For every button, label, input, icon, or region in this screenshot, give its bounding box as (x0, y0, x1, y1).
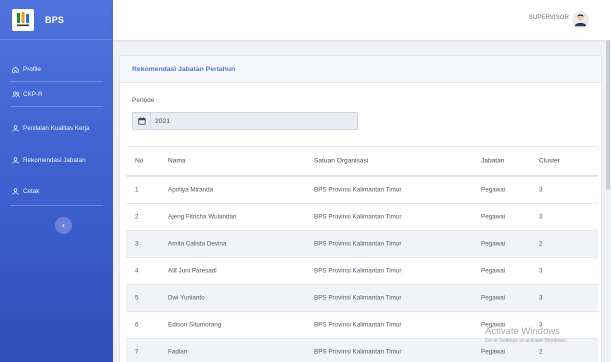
brand-title: BPS (45, 14, 65, 25)
card-title: Rekomendasi Jabatan Pertahun (132, 65, 236, 73)
sidebar-item-ckp-r[interactable]: CKP-R (0, 87, 113, 101)
column-header-satuan-organisasi[interactable]: Satuan Organisasi (314, 158, 368, 165)
cell-satuan-organisasi: BPS Provinsi Kalimantan Timur (314, 186, 402, 194)
cell-cluster: 3 (539, 267, 543, 275)
cell-jabatan: Pegawai (481, 186, 506, 194)
cell-no: 3 (135, 240, 139, 248)
cell-no: 4 (135, 267, 139, 275)
cell-satuan-organisasi: BPS Provinsi Kalimantan Timur (314, 213, 402, 221)
sidebar-item-label: Rekomendasi Jabatan (23, 156, 86, 164)
cell-no: 7 (135, 348, 139, 356)
sidebar-item-label: Penilaian Kualitas Kerja (23, 124, 90, 132)
cell-nama: Ajeng Fitricha Wulandari (168, 213, 237, 221)
cell-jabatan: Pegawai (481, 240, 506, 248)
cell-nama: Edison Situmorang (168, 321, 222, 329)
sidebar-item-label: CKP-R (23, 90, 43, 98)
brand[interactable]: BPS (0, 0, 113, 40)
cell-jabatan: Pegawai (481, 294, 506, 302)
user-name[interactable]: SUPERVISOR (529, 15, 569, 21)
sidebar-divider (10, 205, 103, 206)
recommendation-table: No Nama Satuan Organisasi Jabatan Cluste… (126, 146, 598, 362)
cell-cluster: 3 (539, 294, 543, 302)
sidebar-divider (10, 81, 103, 82)
table-row: 6 Edison Situmorang BPS Provinsi Kaliman… (126, 311, 598, 338)
cell-jabatan: Pegawai (481, 213, 506, 221)
card-header: Rekomendasi Jabatan Pertahun (120, 56, 601, 83)
column-header-jabatan[interactable]: Jabatan (481, 158, 504, 165)
user-icon (11, 156, 20, 165)
cell-satuan-organisasi: BPS Provinsi Kalimantan Timur (314, 348, 402, 356)
cell-nama: Amita Calista Devina (168, 240, 227, 248)
page-scrollbar[interactable] (605, 40, 611, 362)
sidebar-item-penilaian-kualitas-kerja[interactable]: Penilaian Kualitas Kerja (0, 121, 113, 135)
table-row: 2 Ajeng Fitricha Wulandari BPS Provinsi … (126, 203, 598, 230)
calendar-icon (133, 113, 151, 129)
cell-cluster: 2 (539, 240, 543, 248)
sidebar: BPS Profile CKP-R Penilaian Kualitas Ker… (0, 0, 113, 362)
period-value: 2021 (155, 117, 171, 125)
cell-cluster: 3 (539, 186, 543, 194)
table-row: 3 Amita Calista Devina BPS Provinsi Kali… (126, 230, 598, 257)
column-header-nama[interactable]: Nama (168, 158, 186, 165)
recommendation-card: Rekomendasi Jabatan Pertahun Periode 202… (119, 55, 602, 362)
sidebar-item-label: Cetak (23, 187, 40, 195)
users-icon (11, 90, 20, 99)
cell-nama: Alif Juni Paresadi (168, 267, 217, 275)
table-header-row: No Nama Satuan Organisasi Jabatan Cluste… (126, 146, 598, 176)
period-input[interactable]: 2021 (132, 112, 358, 130)
cell-no: 5 (135, 294, 139, 302)
sidebar-divider (10, 106, 103, 107)
period-label: Periode (132, 97, 155, 104)
sidebar-item-label: Profile (23, 65, 41, 73)
table-row: 4 Alif Juni Paresadi BPS Provinsi Kalima… (126, 257, 598, 284)
avatar[interactable] (572, 11, 589, 28)
chevron-left-icon: ‹ (62, 220, 65, 230)
cell-nama: Dwi Yunianto (168, 294, 205, 302)
scrollbar-thumb[interactable] (606, 40, 610, 190)
cell-no: 1 (135, 186, 139, 194)
cell-nama: Apriliya Miranda (168, 186, 214, 194)
cell-satuan-organisasi: BPS Provinsi Kalimantan Timur (314, 240, 402, 248)
cell-jabatan: Pegawai (481, 348, 506, 356)
user-icon (11, 187, 20, 196)
cell-jabatan: Pegawai (481, 267, 506, 275)
user-icon (11, 124, 20, 133)
table-row: 5 Dwi Yunianto BPS Provinsi Kalimantan T… (126, 284, 598, 311)
column-header-cluster[interactable]: Cluster (539, 158, 560, 165)
cell-satuan-organisasi: BPS Provinsi Kalimantan Timur (314, 321, 402, 329)
table-row: 1 Apriliya Miranda BPS Provinsi Kalimant… (126, 176, 598, 203)
bps-logo-icon (12, 8, 34, 31)
column-header-no[interactable]: No (135, 158, 143, 165)
sidebar-item-rekomendasi-jabatan[interactable]: Rekomendasi Jabatan (0, 153, 113, 167)
cell-satuan-organisasi: BPS Provinsi Kalimantan Timur (314, 294, 402, 302)
cell-no: 2 (135, 213, 139, 221)
cell-nama: Fadlan (168, 348, 188, 356)
cell-cluster: 2 (539, 348, 543, 356)
sidebar-toggle-button[interactable]: ‹ (55, 217, 72, 234)
cell-no: 6 (135, 321, 139, 329)
sidebar-item-profile[interactable]: Profile (0, 62, 113, 76)
cell-cluster: 3 (539, 213, 543, 221)
sidebar-item-cetak[interactable]: Cetak (0, 184, 113, 198)
home-icon (11, 65, 20, 74)
app-window: BPS Profile CKP-R Penilaian Kualitas Ker… (0, 0, 611, 362)
cell-jabatan: Pegawai (481, 321, 506, 329)
topbar: SUPERVISOR (113, 0, 611, 40)
cell-cluster: 3 (539, 321, 543, 329)
table-row: 7 Fadlan BPS Provinsi Kalimantan Timur P… (126, 338, 598, 362)
cell-satuan-organisasi: BPS Provinsi Kalimantan Timur (314, 267, 402, 275)
